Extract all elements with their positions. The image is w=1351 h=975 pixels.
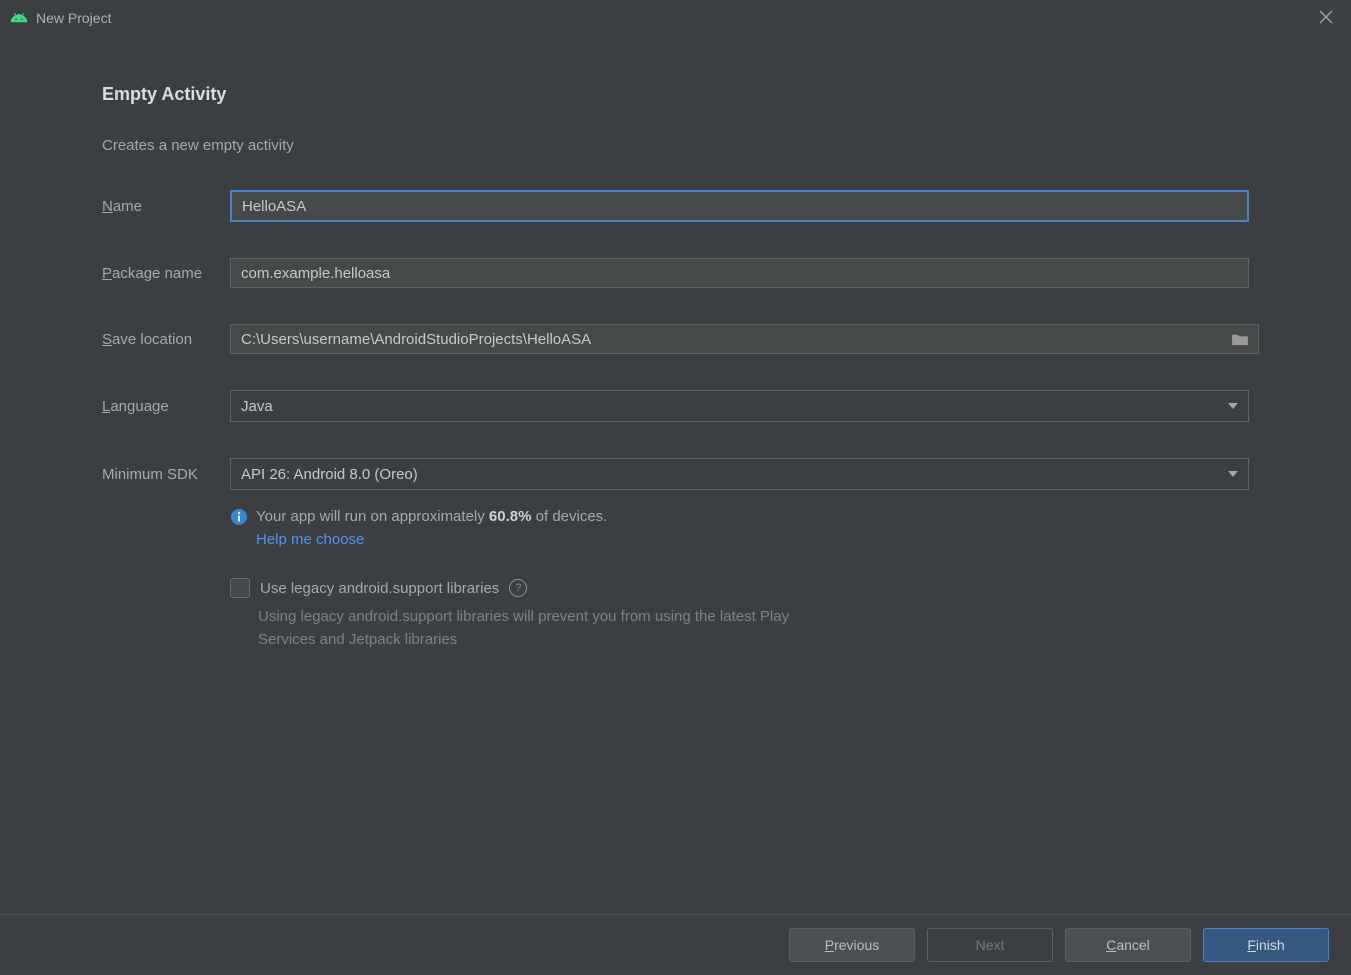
chevron-down-icon [1228, 403, 1238, 409]
close-icon[interactable] [1311, 4, 1341, 33]
window-title: New Project [36, 10, 111, 26]
next-button: Next [927, 928, 1053, 962]
label-package: Package name [102, 265, 230, 282]
row-language: Language Java [102, 390, 1249, 422]
row-name: Name [102, 190, 1249, 222]
footer-bar: Previous Next Cancel Finish [0, 914, 1351, 975]
label-minsdk: Minimum SDK [102, 466, 230, 483]
minsdk-select[interactable]: API 26: Android 8.0 (Oreo) [230, 458, 1249, 490]
package-input[interactable] [230, 258, 1249, 288]
android-icon [10, 10, 28, 26]
legacy-checkbox-row: Use legacy android.support libraries ? [230, 578, 1249, 598]
browse-folder-icon[interactable] [1231, 332, 1249, 346]
row-package: Package name [102, 258, 1249, 288]
page-title: Empty Activity [102, 84, 1249, 105]
save-location-input[interactable] [230, 324, 1259, 354]
legacy-note: Using legacy android.support libraries w… [258, 606, 818, 651]
language-value: Java [241, 398, 273, 415]
titlebar: New Project [0, 0, 1351, 36]
sdk-info-block: Your app will run on approximately 60.8%… [230, 508, 1249, 548]
help-me-choose-link[interactable]: Help me choose [256, 531, 364, 548]
previous-button[interactable]: Previous [789, 928, 915, 962]
page-subtitle: Creates a new empty activity [102, 137, 1249, 154]
minsdk-value: API 26: Android 8.0 (Oreo) [241, 466, 418, 483]
content-area: Empty Activity Creates a new empty activ… [0, 36, 1351, 651]
legacy-checkbox[interactable] [230, 578, 250, 598]
legacy-checkbox-label: Use legacy android.support libraries [260, 580, 499, 597]
label-language: Language [102, 398, 230, 415]
chevron-down-icon [1228, 471, 1238, 477]
row-save-location: Save location [102, 324, 1249, 354]
finish-button[interactable]: Finish [1203, 928, 1329, 962]
help-icon[interactable]: ? [509, 579, 527, 597]
name-input[interactable] [230, 190, 1249, 222]
label-save-location: Save location [102, 331, 230, 348]
language-select[interactable]: Java [230, 390, 1249, 422]
cancel-button[interactable]: Cancel [1065, 928, 1191, 962]
row-minsdk: Minimum SDK API 26: Android 8.0 (Oreo) [102, 458, 1249, 490]
sdk-coverage-text: Your app will run on approximately 60.8%… [256, 508, 607, 525]
label-name: Name [102, 198, 230, 215]
info-icon [230, 508, 248, 529]
